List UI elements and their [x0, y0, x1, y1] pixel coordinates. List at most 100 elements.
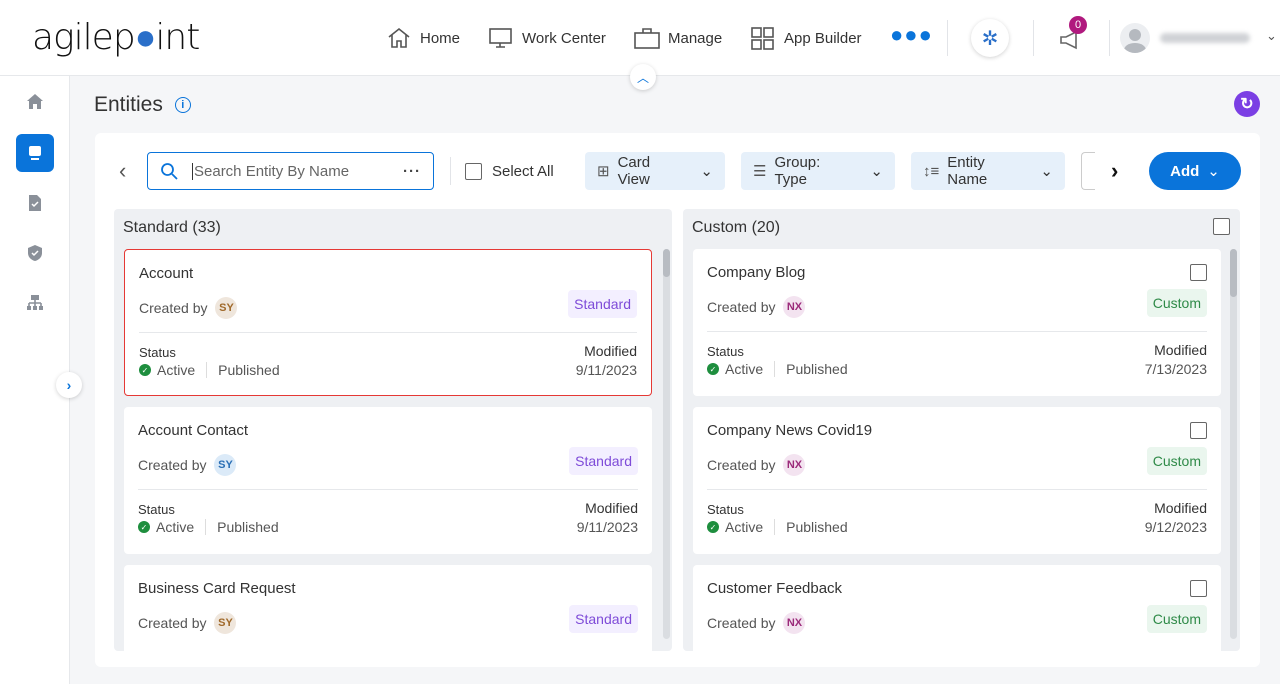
entity-name: Business Card Request: [138, 580, 296, 597]
status-label: Status: [707, 344, 744, 359]
status-value: ✓ Active Published: [707, 361, 848, 377]
briefcase-icon: [634, 28, 660, 49]
avatar[interactable]: [1120, 23, 1150, 53]
custom-column: Custom (20) Company Blog Created by NX Cu…: [683, 209, 1240, 651]
sidebar-home[interactable]: [16, 83, 54, 121]
entities-panel: ‹ Search Entity By Name ··· Select All ⊞…: [95, 133, 1260, 667]
notification-badge: 0: [1069, 16, 1087, 34]
monitor-icon: [489, 28, 512, 48]
view-dropdown[interactable]: ⊞ Card View ⌄: [585, 152, 725, 190]
created-by: Created by SY: [138, 612, 237, 634]
entity-card[interactable]: Customer Feedback Created by NX Custom: [693, 565, 1221, 651]
chevron-down-icon: ⌄: [1040, 163, 1053, 180]
status-label: Status: [139, 345, 176, 360]
avatar: SY: [214, 454, 237, 476]
card-checkbox[interactable]: [1190, 264, 1207, 281]
scrollbar[interactable]: [1230, 249, 1237, 639]
status-value: ✓ Active Published: [139, 362, 280, 378]
scrollbar[interactable]: [663, 249, 670, 639]
type-badge: Standard: [568, 290, 637, 318]
check-circle-icon: ✓: [139, 364, 151, 376]
divider: [707, 489, 1207, 490]
divider: [450, 157, 451, 185]
scroll-right-button[interactable]: ›: [1111, 152, 1118, 190]
sidebar-security[interactable]: [16, 234, 54, 272]
created-by: Created by SY: [139, 297, 238, 319]
sidebar-hierarchy[interactable]: [16, 284, 54, 322]
modified-date: 7/13/2023: [1144, 361, 1207, 377]
sidebar-entities[interactable]: [16, 134, 54, 172]
scroll-left-button[interactable]: ‹: [119, 152, 126, 190]
agilepoint-logo[interactable]: agilep●int: [32, 16, 200, 58]
info-icon[interactable]: i: [174, 97, 191, 113]
more-options-icon[interactable]: ···: [403, 163, 421, 180]
add-button[interactable]: Add ⌄: [1149, 152, 1241, 190]
expand-sidebar-button[interactable]: ›: [56, 372, 82, 398]
more-icon[interactable]: ●●●: [890, 22, 933, 48]
nav-work-center[interactable]: Work Center: [488, 26, 606, 50]
home-icon: [388, 27, 410, 48]
search-icon: [161, 163, 178, 180]
refresh-icon[interactable]: ↻: [1234, 91, 1260, 117]
card-checkbox[interactable]: [1190, 422, 1207, 439]
entity-card[interactable]: Company Blog Created by NX Custom Status …: [693, 249, 1221, 396]
shield-icon: [28, 245, 42, 261]
entity-name: Company Blog: [707, 264, 806, 281]
entity-name: Account: [139, 265, 194, 282]
created-by: Created by NX: [707, 454, 806, 476]
select-column-checkbox[interactable]: [1213, 218, 1230, 235]
divider: [707, 331, 1207, 332]
divider: [1109, 20, 1110, 56]
collapse-header-button[interactable]: ︿: [630, 64, 656, 90]
entity-card[interactable]: Account Contact Created by SY Standard St…: [124, 407, 652, 554]
card-view-icon: ⊞: [597, 163, 610, 180]
divider: [139, 332, 637, 333]
chevron-down-icon: ⌄: [700, 163, 713, 180]
user-name-blurred: [1160, 33, 1250, 43]
standard-column: Standard (33) Account Created by SY Stand…: [114, 209, 672, 651]
search-input[interactable]: Search Entity By Name ···: [147, 152, 434, 190]
agilepoint-spinner-icon[interactable]: ✲: [971, 19, 1009, 57]
page-title: Entities i: [94, 93, 191, 117]
entity-icon: [29, 146, 41, 160]
group-dropdown[interactable]: ☰ Group: Type ⌄: [741, 152, 895, 190]
nav-home[interactable]: Home: [386, 26, 460, 50]
select-all-checkbox[interactable]: Select All: [465, 152, 554, 190]
divider: [138, 489, 638, 490]
nav-manage[interactable]: Manage: [634, 26, 722, 50]
type-badge: Custom: [1146, 605, 1207, 633]
entity-name: Account Contact: [138, 422, 249, 439]
chevron-down-icon[interactable]: ⌄: [1266, 28, 1277, 44]
clipped-filter[interactable]: [1081, 152, 1095, 190]
column-header: Standard (33): [123, 219, 221, 236]
check-circle-icon: ✓: [707, 521, 719, 533]
home-icon: [27, 94, 43, 109]
entity-card[interactable]: Company News Covid19 Created by NX Custom…: [693, 407, 1221, 554]
divider: [1033, 20, 1034, 56]
column-header: Custom (20): [692, 219, 781, 236]
checkbox[interactable]: [465, 162, 482, 180]
entity-card[interactable]: Business Card Request Created by SY Stand…: [124, 565, 652, 651]
avatar: NX: [783, 454, 806, 476]
check-circle-icon: ✓: [707, 363, 719, 375]
avatar: NX: [783, 296, 806, 318]
type-badge: Custom: [1146, 447, 1207, 475]
entity-card[interactable]: Account Created by SY Standard Status ✓ Ac…: [124, 249, 652, 396]
modified-label: Modified: [1154, 342, 1207, 358]
type-badge: Standard: [569, 447, 638, 475]
modified-label: Modified: [585, 500, 638, 516]
card-checkbox[interactable]: [1190, 580, 1207, 597]
avatar: SY: [215, 297, 238, 319]
modified-label: Modified: [584, 343, 637, 359]
type-badge: Standard: [569, 605, 638, 633]
status-label: Status: [138, 502, 175, 517]
sort-icon: ↕≡: [923, 162, 940, 180]
entity-name: Customer Feedback: [707, 580, 843, 597]
nav-app-builder[interactable]: App Builder: [750, 26, 862, 50]
sidebar-forms[interactable]: [16, 184, 54, 222]
created-by: Created by NX: [707, 296, 806, 318]
hierarchy-icon: [27, 295, 43, 310]
group-icon: ☰: [753, 163, 767, 180]
sort-dropdown[interactable]: ↕≡ Entity Name ⌄: [911, 152, 1065, 190]
chevron-down-icon: ⌄: [1207, 163, 1220, 180]
